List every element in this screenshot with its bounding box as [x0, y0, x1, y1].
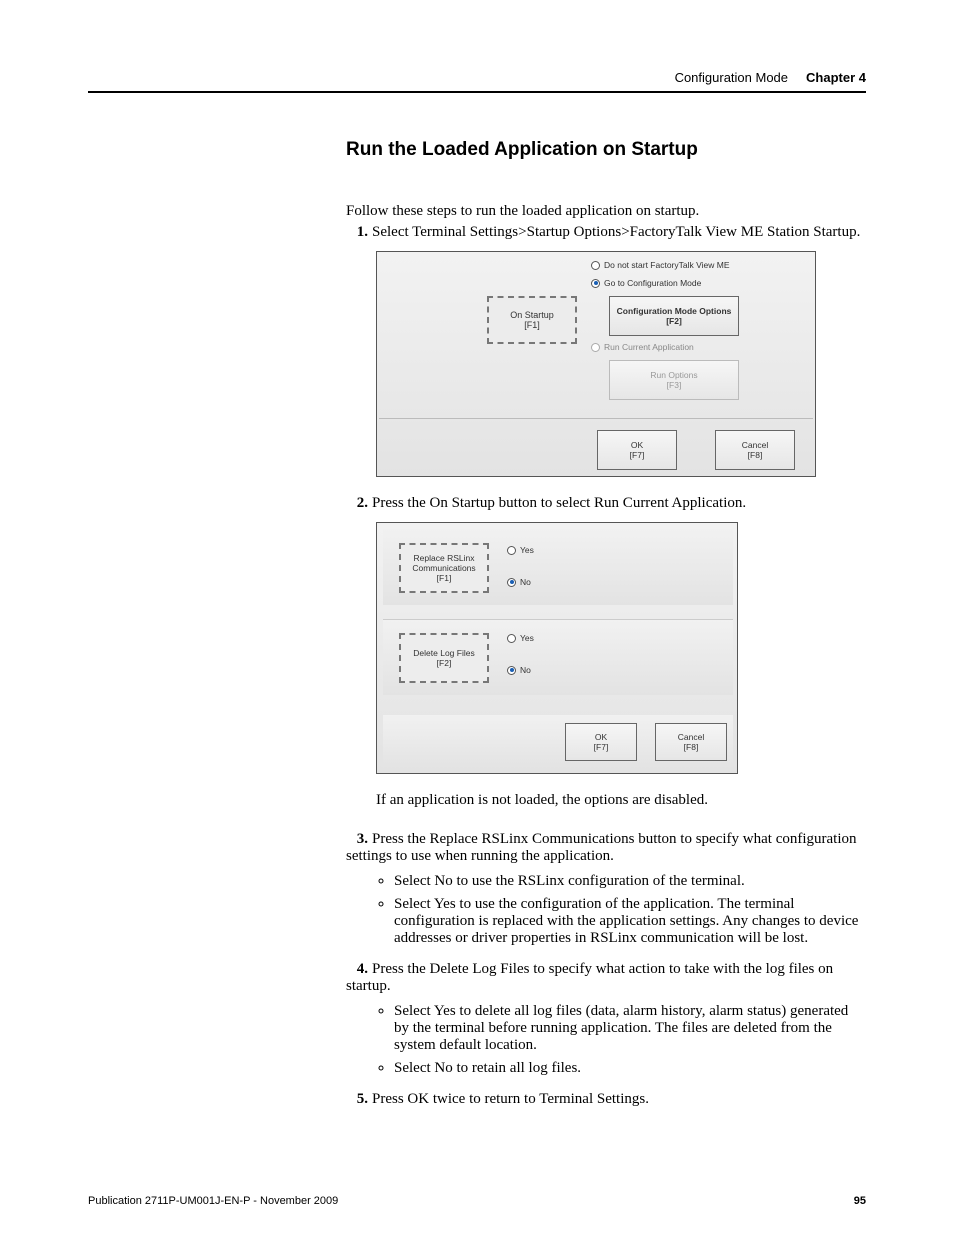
- radio-icon: [591, 261, 600, 270]
- bullet: Select No to retain all log files.: [394, 1060, 866, 1077]
- publication-info: Publication 2711P-UM001J-EN-P - November…: [88, 1195, 338, 1207]
- button-label: OK: [595, 732, 607, 742]
- page-number: 95: [854, 1195, 866, 1207]
- step-text: Press the Delete Log Files to specify wh…: [346, 961, 833, 994]
- radio-label: No: [520, 577, 531, 587]
- step-text: Press the Replace RSLinx Communications …: [346, 831, 857, 864]
- step-num: 4.: [346, 961, 368, 978]
- button-label: Delete Log Files: [413, 648, 474, 658]
- header-section: Configuration Mode: [675, 70, 788, 85]
- step-4: 4.Press the Delete Log Files to specify …: [346, 961, 866, 1077]
- bullet: Select No to use the RSLinx configuratio…: [394, 873, 866, 890]
- radio-label: Run Current Application: [604, 342, 694, 352]
- radio-do-not-start[interactable]: Do not start FactoryTalk View ME: [591, 260, 730, 270]
- config-mode-options-button[interactable]: Configuration Mode Options [F2]: [609, 296, 739, 336]
- on-startup-button[interactable]: On Startup [F1]: [487, 296, 577, 344]
- replace-yes-radio[interactable]: Yes: [507, 545, 534, 555]
- cancel-button[interactable]: Cancel [F8]: [715, 430, 795, 470]
- radio-label: Do not start FactoryTalk View ME: [604, 260, 730, 270]
- screenshot-startup-options: On Startup [F1] Do not start FactoryTalk…: [376, 251, 816, 477]
- section-title: Run the Loaded Application on Startup: [346, 139, 866, 161]
- on-startup-label: On Startup: [510, 310, 554, 320]
- step-text: Press the On Startup button to select Ru…: [372, 495, 746, 511]
- note-disabled: If an application is not loaded, the opt…: [376, 792, 866, 809]
- button-key: [F7]: [594, 742, 609, 752]
- step-1: 1.Select Terminal Settings>Startup Optio…: [346, 224, 866, 477]
- step-text: Select Terminal Settings>Startup Options…: [372, 224, 860, 240]
- run-options-button[interactable]: Run Options [F3]: [609, 360, 739, 400]
- button-label: Cancel: [678, 732, 704, 742]
- header-rule: [88, 91, 866, 93]
- step-3: 3.Press the Replace RSLinx Communication…: [346, 831, 866, 947]
- radio-icon: [591, 279, 600, 288]
- intro-text: Follow these steps to run the loaded app…: [346, 203, 866, 220]
- header-chapter: Chapter 4: [806, 70, 866, 85]
- page-header: Configuration Mode Chapter 4: [88, 70, 866, 85]
- radio-label: No: [520, 665, 531, 675]
- ok-button[interactable]: OK [F7]: [597, 430, 677, 470]
- button-key: [F8]: [748, 450, 763, 460]
- ok-button[interactable]: OK [F7]: [565, 723, 637, 761]
- bullet: Select Yes to use the configuration of t…: [394, 896, 866, 947]
- radio-icon: [507, 578, 516, 587]
- step-3-bullets: Select No to use the RSLinx configuratio…: [376, 873, 866, 947]
- button-key: [F1]: [437, 573, 452, 583]
- step-5: 5.Press OK twice to return to Terminal S…: [346, 1091, 866, 1108]
- step-num: 3.: [346, 831, 368, 848]
- step-4-bullets: Select Yes to delete all log files (data…: [376, 1003, 866, 1077]
- delete-yes-radio[interactable]: Yes: [507, 633, 534, 643]
- button-label: Replace RSLinx Communications: [401, 553, 487, 573]
- button-key: [F2]: [666, 316, 682, 326]
- replace-no-radio[interactable]: No: [507, 577, 531, 587]
- replace-rslinx-button[interactable]: Replace RSLinx Communications [F1]: [399, 543, 489, 593]
- radio-icon: [507, 546, 516, 555]
- button-key: [F3]: [667, 380, 682, 390]
- cancel-button[interactable]: Cancel [F8]: [655, 723, 727, 761]
- radio-icon: [507, 634, 516, 643]
- delete-log-button[interactable]: Delete Log Files [F2]: [399, 633, 489, 683]
- button-label: OK: [631, 440, 643, 450]
- step-num: 2.: [346, 495, 368, 512]
- button-key: [F8]: [684, 742, 699, 752]
- step-num: 1.: [346, 224, 368, 241]
- step-num: 5.: [346, 1091, 368, 1108]
- separator: [379, 418, 813, 419]
- button-label: Configuration Mode Options: [617, 306, 732, 316]
- button-key: [F7]: [630, 450, 645, 460]
- on-startup-key: [F1]: [524, 320, 540, 330]
- step-2: 2.Press the On Startup button to select …: [346, 495, 866, 809]
- radio-icon: [507, 666, 516, 675]
- radio-label: Go to Configuration Mode: [604, 278, 701, 288]
- delete-no-radio[interactable]: No: [507, 665, 531, 675]
- page-footer: Publication 2711P-UM001J-EN-P - November…: [88, 1195, 866, 1207]
- radio-label: Yes: [520, 545, 534, 555]
- step-text: Press OK twice to return to Terminal Set…: [372, 1091, 649, 1107]
- bullet: Select Yes to delete all log files (data…: [394, 1003, 866, 1054]
- button-label: Run Options: [650, 370, 697, 380]
- radio-go-to-config[interactable]: Go to Configuration Mode: [591, 278, 701, 288]
- button-key: [F2]: [437, 658, 452, 668]
- radio-icon: [591, 343, 600, 352]
- button-label: Cancel: [742, 440, 768, 450]
- radio-run-current[interactable]: Run Current Application: [591, 342, 694, 352]
- screenshot-run-options: Replace RSLinx Communications [F1] Yes N…: [376, 522, 738, 774]
- radio-label: Yes: [520, 633, 534, 643]
